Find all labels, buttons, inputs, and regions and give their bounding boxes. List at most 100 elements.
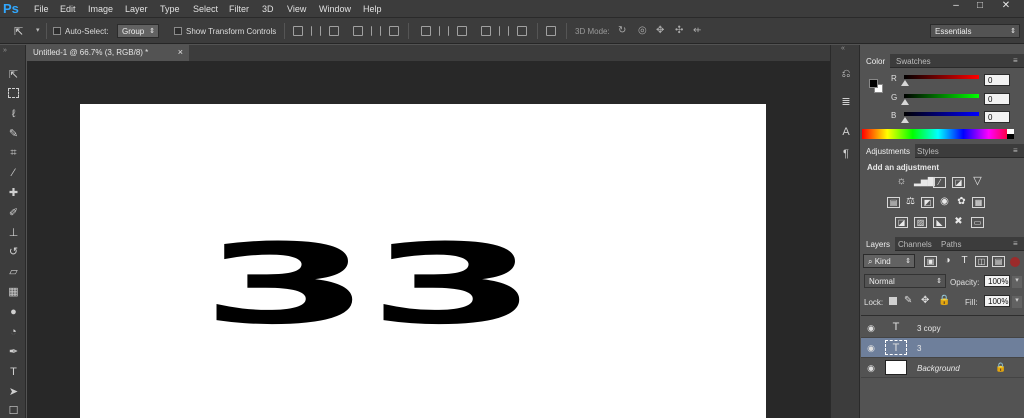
- preset-dropdown-arrow-icon[interactable]: ▾: [36, 26, 40, 34]
- document-tab-close-icon[interactable]: ×: [178, 47, 183, 57]
- exposure-icon[interactable]: ◪: [952, 177, 965, 188]
- tab-swatches[interactable]: Swatches: [891, 54, 936, 68]
- auto-align-layers-icon[interactable]: [546, 26, 556, 36]
- green-slider-track[interactable]: [904, 94, 979, 98]
- lock-position-icon[interactable]: ✥: [921, 295, 929, 306]
- menu-help[interactable]: Help: [363, 4, 382, 14]
- visibility-eye-icon[interactable]: ◉: [866, 343, 876, 353]
- menu-type[interactable]: Type: [160, 4, 180, 14]
- blur-tool-icon[interactable]: ●: [7, 306, 20, 319]
- foreground-color-swatch[interactable]: [869, 79, 878, 88]
- show-transform-checkbox[interactable]: [174, 27, 182, 35]
- brightness-contrast-icon[interactable]: ☼: [895, 176, 908, 188]
- threshold-icon[interactable]: ◣: [933, 217, 946, 228]
- filter-adjustment-icon[interactable]: ◑: [941, 256, 954, 267]
- filter-toggle-icon[interactable]: [1010, 257, 1020, 267]
- filter-shape-icon[interactable]: ◫: [975, 256, 988, 267]
- visibility-eye-icon[interactable]: ◉: [866, 323, 876, 333]
- gradient-map-icon[interactable]: ▭: [971, 217, 984, 228]
- align-top-icon[interactable]: [293, 26, 303, 36]
- collapse-arrows-icon[interactable]: »: [3, 47, 7, 54]
- document-tab[interactable]: Untitled-1 @ 66.7% (3, RGB/8) * ×: [27, 45, 189, 61]
- 3d-slide-icon[interactable]: ✣: [675, 25, 683, 36]
- brush-tool-icon[interactable]: ✐: [7, 207, 20, 220]
- distribute-bottom-icon[interactable]: [457, 26, 467, 36]
- tab-paths[interactable]: Paths: [936, 237, 966, 251]
- dodge-tool-icon[interactable]: ◔: [7, 326, 20, 339]
- layer-filter-kind-dropdown[interactable]: ⌕ Kind ⇕: [863, 254, 915, 268]
- vibrance-icon[interactable]: ▽: [971, 176, 984, 188]
- marquee-tool-icon[interactable]: [8, 88, 19, 98]
- lock-transparent-pixels-icon[interactable]: [889, 297, 897, 305]
- distribute-horizontal-center-icon[interactable]: [499, 26, 509, 36]
- filter-pixel-icon[interactable]: ▣: [924, 256, 937, 267]
- posterize-icon[interactable]: ▨: [914, 217, 927, 228]
- layer-name[interactable]: Background: [917, 364, 960, 373]
- 3d-orbit-icon[interactable]: ↻: [618, 25, 626, 36]
- character-panel-icon[interactable]: A: [839, 125, 853, 139]
- path-selection-tool-icon[interactable]: ➤: [7, 386, 20, 399]
- fill-input[interactable]: 100%: [984, 295, 1010, 307]
- move-tool-preset-icon[interactable]: ⇱: [14, 25, 23, 38]
- red-slider-thumb[interactable]: [901, 80, 909, 86]
- layer-row-3-copy[interactable]: ◉ T 3 copy: [861, 318, 1024, 338]
- green-slider-thumb[interactable]: [901, 99, 909, 105]
- lock-image-pixels-icon[interactable]: ✎: [904, 295, 912, 306]
- opacity-slider-toggle-icon[interactable]: ▾: [1012, 276, 1022, 288]
- red-value-input[interactable]: 0: [984, 74, 1010, 86]
- panel-menu-icon[interactable]: ≡: [1013, 239, 1018, 248]
- menu-edit[interactable]: Edit: [60, 4, 76, 14]
- menu-view[interactable]: View: [287, 4, 306, 14]
- tab-layers[interactable]: Layers: [861, 237, 896, 251]
- align-left-icon[interactable]: [353, 26, 363, 36]
- filter-smart-object-icon[interactable]: ▤: [992, 256, 1005, 267]
- panel-menu-icon[interactable]: ≡: [1013, 56, 1018, 65]
- curves-icon[interactable]: ⁄: [933, 177, 946, 188]
- color-lookup-icon[interactable]: ▦: [972, 197, 985, 208]
- green-value-input[interactable]: 0: [984, 93, 1010, 105]
- tab-color[interactable]: Color: [861, 54, 891, 68]
- layer-name[interactable]: 3 copy: [917, 324, 941, 333]
- opacity-input[interactable]: 100%: [984, 275, 1010, 287]
- paragraph-panel-icon[interactable]: ¶: [839, 147, 853, 161]
- healing-brush-tool-icon[interactable]: ✚: [7, 187, 20, 200]
- expand-arrows-icon[interactable]: «: [841, 45, 845, 52]
- menu-image[interactable]: Image: [88, 4, 113, 14]
- auto-select-checkbox[interactable]: [53, 27, 61, 35]
- visibility-eye-icon[interactable]: ◉: [866, 363, 876, 373]
- workspace-dropdown[interactable]: Essentials ⇕: [930, 24, 1020, 38]
- menu-window[interactable]: Window: [319, 4, 351, 14]
- menu-3d[interactable]: 3D: [262, 4, 274, 14]
- text-layer-3-copy[interactable]: 3: [367, 229, 539, 340]
- auto-select-dropdown[interactable]: Group ⇕: [117, 24, 159, 38]
- align-vertical-center-icon[interactable]: [311, 26, 321, 36]
- lasso-tool-icon[interactable]: ℓ: [7, 108, 20, 121]
- photo-filter-icon[interactable]: ◉: [938, 197, 951, 208]
- black-white-icon[interactable]: ◩: [921, 197, 934, 208]
- align-bottom-icon[interactable]: [329, 26, 339, 36]
- menu-select[interactable]: Select: [193, 4, 218, 14]
- filter-type-icon[interactable]: T: [958, 256, 971, 267]
- quick-selection-tool-icon[interactable]: ✎: [7, 128, 20, 141]
- black-white-swatch[interactable]: [1007, 129, 1014, 139]
- red-slider-track[interactable]: [904, 75, 979, 79]
- blue-value-input[interactable]: 0: [984, 111, 1010, 123]
- blend-mode-dropdown[interactable]: Normal ⇕: [864, 274, 946, 288]
- align-right-icon[interactable]: [389, 26, 399, 36]
- color-spectrum-bar[interactable]: [862, 129, 1014, 139]
- distribute-right-icon[interactable]: [517, 26, 527, 36]
- 3d-scale-icon[interactable]: ⇷: [693, 25, 701, 36]
- eraser-tool-icon[interactable]: ▱: [7, 266, 20, 279]
- minimize-button[interactable]: –: [945, 0, 967, 14]
- distribute-left-icon[interactable]: [481, 26, 491, 36]
- selective-color-icon[interactable]: ✖: [952, 217, 965, 228]
- tab-channels[interactable]: Channels: [893, 237, 937, 251]
- menu-layer[interactable]: Layer: [125, 4, 148, 14]
- crop-tool-icon[interactable]: ⌗: [7, 147, 20, 160]
- gradient-tool-icon[interactable]: ▦: [7, 286, 20, 299]
- document-canvas[interactable]: 3 3: [80, 104, 766, 418]
- layer-row-3[interactable]: ◉ T 3: [861, 338, 1024, 358]
- eyedropper-tool-icon[interactable]: ⁄: [7, 167, 20, 180]
- hand-tool-icon[interactable]: ☐: [7, 405, 20, 418]
- layer-row-background[interactable]: ◉ Background 🔒: [861, 358, 1024, 378]
